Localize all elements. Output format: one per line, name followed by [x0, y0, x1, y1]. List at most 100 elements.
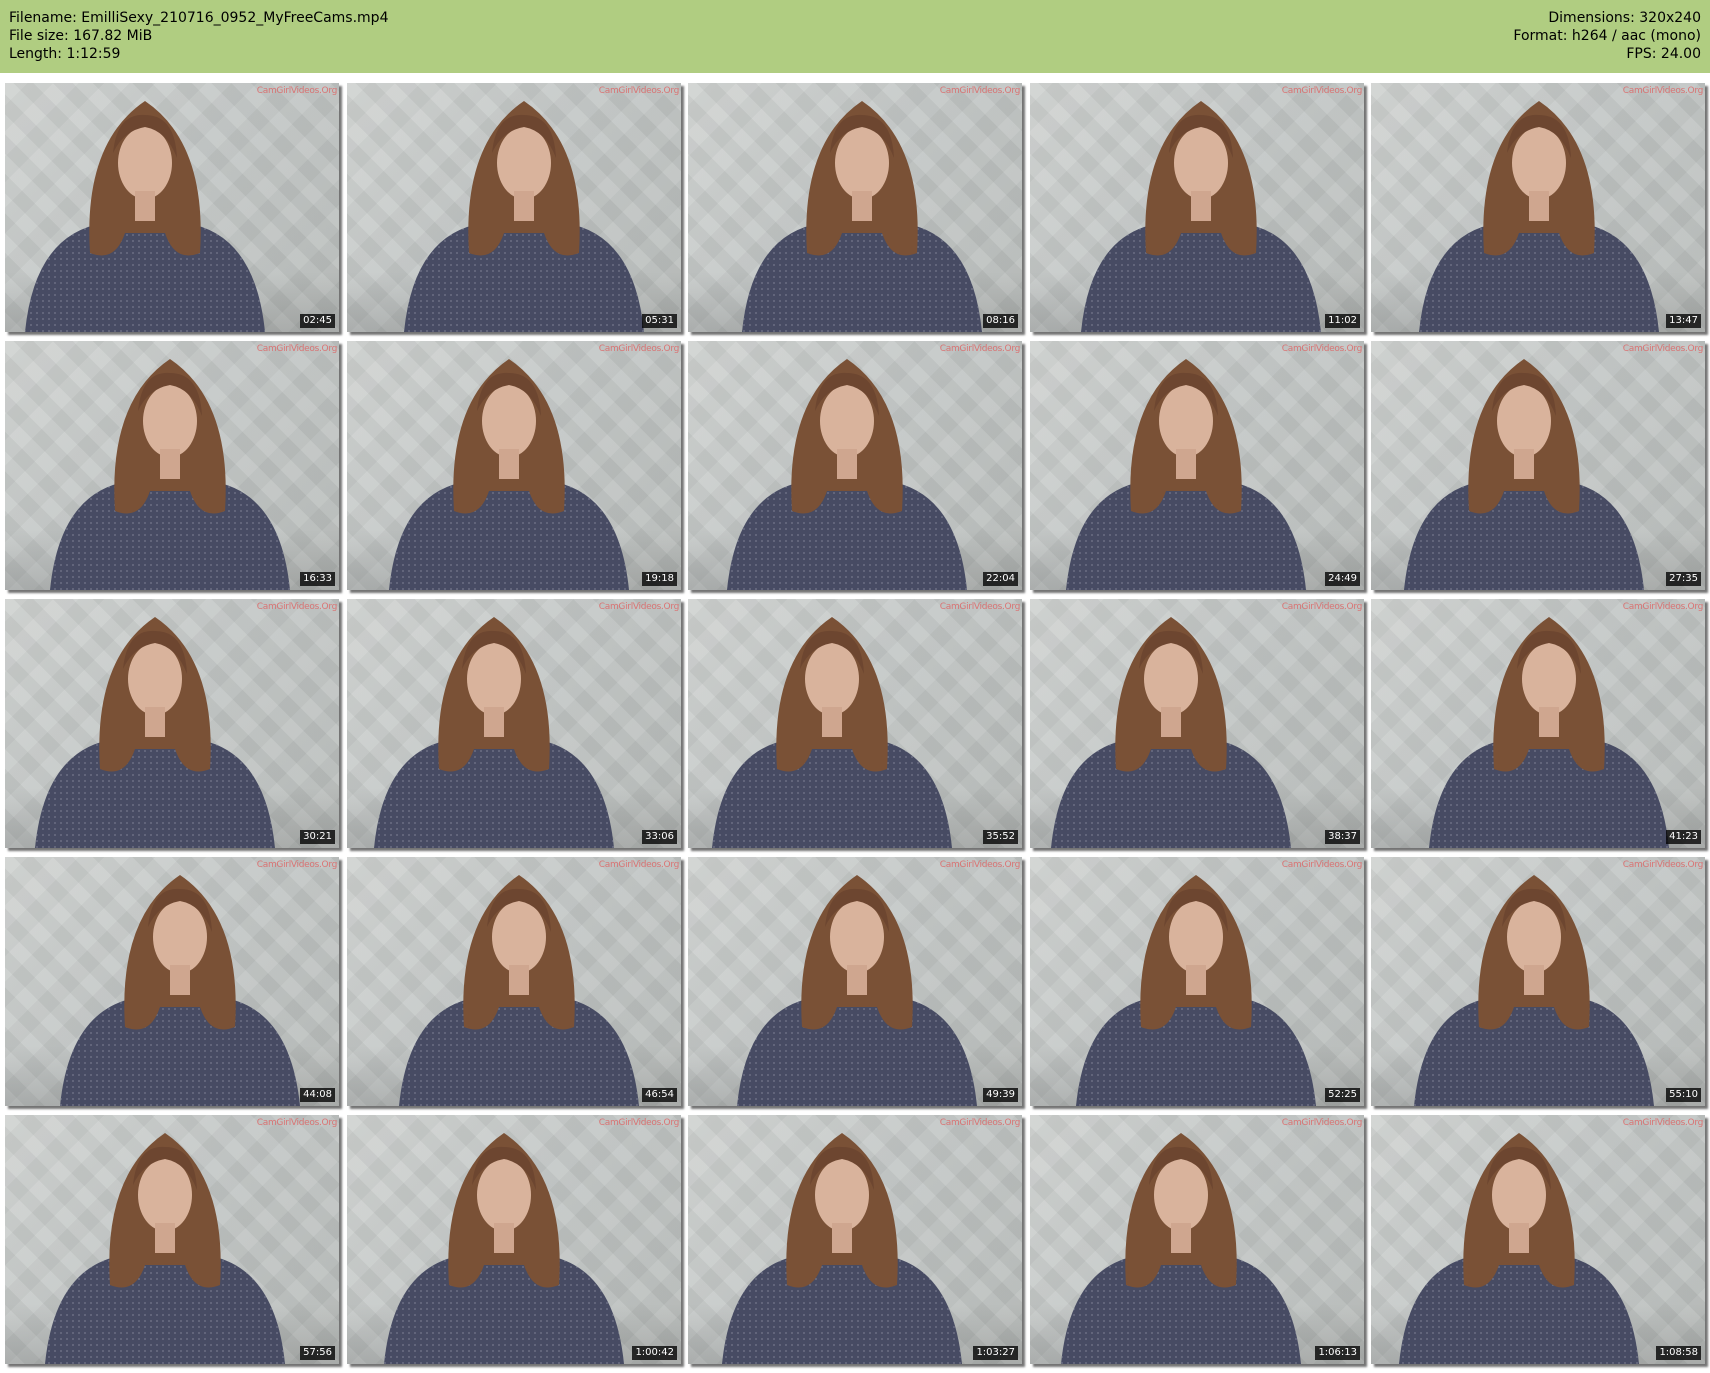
person-figure [50, 359, 290, 590]
watermark-text: CamGirlVideos.Org [939, 86, 1021, 96]
watermark-text: CamGirlVideos.Org [256, 1118, 338, 1128]
person-figure [1429, 617, 1669, 848]
video-thumbnail: CamGirlVideos.Org 24:49 [1030, 341, 1364, 590]
video-thumbnail: CamGirlVideos.Org 1:08:58 [1371, 1115, 1705, 1364]
video-thumbnail: CamGirlVideos.Org 35:52 [688, 599, 1022, 848]
person-figure [727, 359, 967, 590]
watermark-text: CamGirlVideos.Org [1281, 860, 1363, 870]
video-thumbnail: CamGirlVideos.Org 05:31 [347, 83, 681, 332]
watermark-text: CamGirlVideos.Org [939, 1118, 1021, 1128]
length-text: Length: 1:12:59 [9, 46, 121, 62]
watermark-text: CamGirlVideos.Org [1622, 344, 1704, 354]
video-thumbnail: CamGirlVideos.Org 27:35 [1371, 341, 1705, 590]
timestamp-label: 16:33 [300, 572, 335, 586]
file-info-right: Dimensions: 320x240 Format: h264 / aac (… [1513, 9, 1701, 63]
person-figure [1399, 1133, 1639, 1364]
video-thumbnail: CamGirlVideos.Org 16:33 [5, 341, 339, 590]
person-figure [1414, 875, 1654, 1106]
video-thumbnail: CamGirlVideos.Org 08:16 [688, 83, 1022, 332]
watermark-text: CamGirlVideos.Org [256, 602, 338, 612]
thumbnail-grid: CamGirlVideos.Org 02:45 CamGirlVideos.Org 0… [5, 83, 1710, 1373]
video-thumbnail: CamGirlVideos.Org 1:06:13 [1030, 1115, 1364, 1364]
info-header: Filename: EmilliSexy_210716_0952_MyFreeC… [0, 0, 1710, 73]
person-figure [404, 101, 644, 332]
person-figure [1066, 359, 1306, 590]
video-thumbnail: CamGirlVideos.Org 55:10 [1371, 857, 1705, 1106]
timestamp-label: 33:06 [642, 830, 677, 844]
filename-text: Filename: EmilliSexy_210716_0952_MyFreeC… [9, 10, 389, 26]
watermark-text: CamGirlVideos.Org [598, 602, 680, 612]
watermark-text: CamGirlVideos.Org [598, 1118, 680, 1128]
person-figure [35, 617, 275, 848]
video-thumbnail: CamGirlVideos.Org 33:06 [347, 599, 681, 848]
watermark-text: CamGirlVideos.Org [939, 860, 1021, 870]
video-thumbnail: CamGirlVideos.Org 49:39 [688, 857, 1022, 1106]
timestamp-label: 24:49 [1325, 572, 1360, 586]
video-thumbnail: CamGirlVideos.Org 46:54 [347, 857, 681, 1106]
watermark-text: CamGirlVideos.Org [1622, 1118, 1704, 1128]
watermark-text: CamGirlVideos.Org [598, 860, 680, 870]
timestamp-label: 02:45 [300, 314, 335, 328]
video-thumbnail: CamGirlVideos.Org 1:00:42 [347, 1115, 681, 1364]
filesize-text: File size: 167.82 MiB [9, 28, 153, 44]
person-figure [399, 875, 639, 1106]
format-text: Format: h264 / aac (mono) [1513, 28, 1701, 44]
timestamp-label: 52:25 [1325, 1088, 1360, 1102]
video-thumbnail: CamGirlVideos.Org 02:45 [5, 83, 339, 332]
watermark-text: CamGirlVideos.Org [598, 86, 680, 96]
person-figure [1404, 359, 1644, 590]
watermark-text: CamGirlVideos.Org [1281, 602, 1363, 612]
person-figure [737, 875, 977, 1106]
timestamp-label: 57:56 [300, 1346, 335, 1360]
video-thumbnail: CamGirlVideos.Org 57:56 [5, 1115, 339, 1364]
watermark-text: CamGirlVideos.Org [1622, 860, 1704, 870]
timestamp-label: 46:54 [642, 1088, 677, 1102]
person-figure [25, 101, 265, 332]
timestamp-label: 38:37 [1325, 830, 1360, 844]
timestamp-label: 19:18 [642, 572, 677, 586]
timestamp-label: 1:06:13 [1315, 1346, 1360, 1360]
timestamp-label: 27:35 [1666, 572, 1701, 586]
person-figure [374, 617, 614, 848]
timestamp-label: 11:02 [1325, 314, 1360, 328]
file-info-left: Filename: EmilliSexy_210716_0952_MyFreeC… [9, 9, 388, 63]
video-thumbnail: CamGirlVideos.Org 13:47 [1371, 83, 1705, 332]
timestamp-label: 05:31 [642, 314, 677, 328]
watermark-text: CamGirlVideos.Org [1281, 344, 1363, 354]
watermark-text: CamGirlVideos.Org [256, 344, 338, 354]
watermark-text: CamGirlVideos.Org [939, 602, 1021, 612]
video-thumbnail: CamGirlVideos.Org 52:25 [1030, 857, 1364, 1106]
timestamp-label: 30:21 [300, 830, 335, 844]
timestamp-label: 55:10 [1666, 1088, 1701, 1102]
timestamp-label: 35:52 [983, 830, 1018, 844]
dimensions-text: Dimensions: 320x240 [1548, 10, 1701, 26]
person-figure [742, 101, 982, 332]
fps-text: FPS: 24.00 [1626, 46, 1701, 62]
person-figure [60, 875, 300, 1106]
timestamp-label: 08:16 [983, 314, 1018, 328]
video-thumbnail: CamGirlVideos.Org 19:18 [347, 341, 681, 590]
person-figure [712, 617, 952, 848]
video-thumbnail: CamGirlVideos.Org 44:08 [5, 857, 339, 1106]
video-thumbnail: CamGirlVideos.Org 38:37 [1030, 599, 1364, 848]
watermark-text: CamGirlVideos.Org [256, 860, 338, 870]
watermark-text: CamGirlVideos.Org [1281, 86, 1363, 96]
watermark-text: CamGirlVideos.Org [1622, 602, 1704, 612]
person-figure [722, 1133, 962, 1364]
person-figure [1081, 101, 1321, 332]
timestamp-label: 44:08 [300, 1088, 335, 1102]
person-figure [384, 1133, 624, 1364]
person-figure [389, 359, 629, 590]
watermark-text: CamGirlVideos.Org [1281, 1118, 1363, 1128]
watermark-text: CamGirlVideos.Org [256, 86, 338, 96]
watermark-text: CamGirlVideos.Org [939, 344, 1021, 354]
person-figure [1419, 101, 1659, 332]
person-figure [1051, 617, 1291, 848]
video-thumbnail: CamGirlVideos.Org 30:21 [5, 599, 339, 848]
timestamp-label: 49:39 [983, 1088, 1018, 1102]
timestamp-label: 1:00:42 [632, 1346, 677, 1360]
person-figure [1076, 875, 1316, 1106]
timestamp-label: 1:03:27 [973, 1346, 1018, 1360]
watermark-text: CamGirlVideos.Org [1622, 86, 1704, 96]
video-thumbnail: CamGirlVideos.Org 22:04 [688, 341, 1022, 590]
